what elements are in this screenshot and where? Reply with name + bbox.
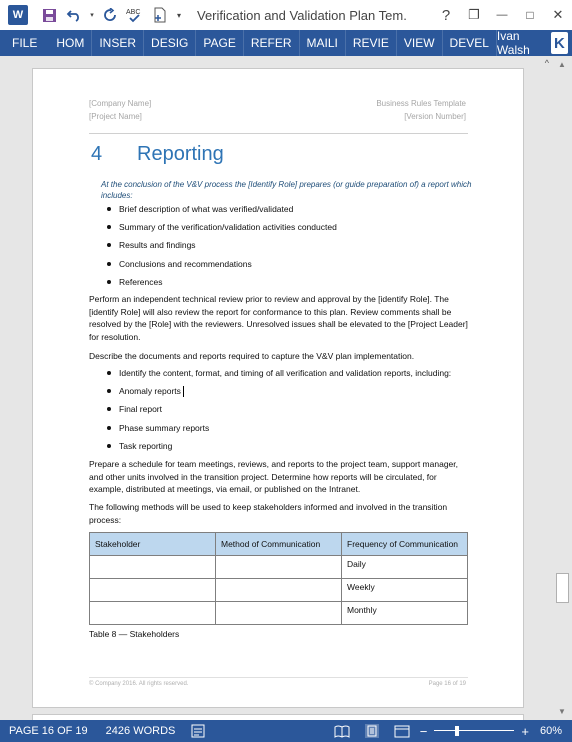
header-company-name: [Company Name]: [89, 99, 152, 108]
list-item: Summary of the verification/validation a…: [105, 221, 337, 239]
zoom-slider-track: [434, 730, 515, 731]
help-button[interactable]: ?: [432, 0, 460, 30]
schedule-paragraph: Prepare a schedule for team meetings, re…: [89, 459, 458, 494]
table-cell[interactable]: Weekly: [341, 578, 468, 602]
tab-developer[interactable]: DEVEL: [443, 30, 497, 56]
zoom-slider[interactable]: [434, 725, 515, 737]
documents-paragraph: Describe the documents and reports requi…: [89, 351, 415, 361]
list-item: Identify the content, format, and timing…: [105, 367, 451, 385]
table-cell[interactable]: Monthly: [341, 601, 468, 625]
scroll-up-arrow-icon[interactable]: ▲: [558, 60, 566, 69]
document-title: Verification and Validation Plan Tem...: [197, 7, 407, 23]
header-project-name: [Project Name]: [89, 112, 142, 121]
tab-review[interactable]: REVIE: [346, 30, 397, 56]
spelling-check-icon[interactable]: ABC: [124, 4, 146, 26]
table-cell[interactable]: [89, 555, 216, 579]
list-item: Anomaly reports: [105, 385, 451, 403]
footer-divider: [89, 677, 468, 678]
list-item: Conclusions and recommendations: [105, 258, 337, 276]
ribbon-display-options-button[interactable]: ❐: [460, 0, 488, 30]
zoom-slider-knob[interactable]: [454, 726, 459, 736]
status-bar: PAGE 16 OF 19 2426 WORDS − + 60%: [0, 720, 572, 742]
table-caption: Table 8 — Stakeholders: [89, 629, 180, 639]
column-header-method[interactable]: Method of Communication: [215, 532, 342, 556]
word-count[interactable]: 2426 WORDS: [97, 725, 185, 737]
tab-page-layout[interactable]: PAGE: [196, 30, 244, 56]
report-contents-list: Brief description of what was verified/v…: [105, 203, 337, 294]
stakeholders-table[interactable]: Stakeholder Method of Communication Freq…: [89, 532, 468, 625]
scrollbar-thumb[interactable]: [556, 573, 569, 603]
list-item: Results and findings: [105, 239, 337, 257]
maximize-button[interactable]: □: [516, 0, 544, 30]
page-counter[interactable]: PAGE 16 OF 19: [0, 725, 97, 737]
ribbon-tab-bar: FILE HOM INSER DESIG PAGE REFER MAILI RE…: [0, 29, 572, 57]
table-cell[interactable]: [215, 578, 342, 602]
tab-references[interactable]: REFER: [244, 30, 300, 56]
table-header-row: Stakeholder Method of Communication Freq…: [89, 532, 468, 556]
proofing-icon[interactable]: [190, 724, 208, 738]
header-divider: [89, 133, 468, 134]
user-name[interactable]: Ivan Walsh: [497, 29, 543, 57]
report-types-list: Identify the content, format, and timing…: [105, 367, 451, 458]
review-paragraph: Perform an independent technical review …: [89, 294, 468, 342]
document-canvas[interactable]: ^ [Company Name] [Project Name] Business…: [0, 56, 553, 720]
footer-page-number: Page 16 of 19: [428, 681, 466, 687]
new-document-icon[interactable]: [149, 4, 171, 26]
document-page[interactable]: [Company Name] [Project Name] Business R…: [32, 68, 524, 708]
tab-design[interactable]: DESIG: [144, 30, 197, 56]
text-cursor: [183, 386, 184, 397]
undo-dropdown-icon[interactable]: ▾: [88, 4, 96, 26]
heading-title: Reporting: [137, 143, 224, 165]
expand-ribbon-icon[interactable]: ^: [545, 58, 549, 720]
list-item: Task reporting: [105, 440, 451, 458]
tab-home[interactable]: HOM: [49, 30, 93, 56]
redo-icon[interactable]: [99, 4, 121, 26]
read-mode-icon[interactable]: [333, 724, 351, 738]
undo-icon[interactable]: [63, 4, 85, 26]
column-header-frequency[interactable]: Frequency of Communication: [341, 532, 468, 556]
column-header-stakeholder[interactable]: Stakeholder: [89, 532, 216, 556]
header-version-number: [Version Number]: [404, 112, 466, 121]
user-account[interactable]: Ivan Walsh K: [497, 29, 572, 57]
customize-toolbar-icon[interactable]: ▾: [174, 4, 184, 26]
list-item: References: [105, 276, 337, 294]
print-layout-icon[interactable]: [363, 724, 381, 738]
title-bar: W ▾ ABC ▾ Verification and Validation Pl…: [0, 0, 572, 30]
tab-file[interactable]: FILE: [0, 30, 50, 56]
scroll-down-arrow-icon[interactable]: ▼: [558, 707, 566, 716]
minimize-button[interactable]: —: [488, 0, 516, 30]
instruction-text: At the conclusion of the V&V process the…: [101, 180, 472, 200]
vertical-scrollbar[interactable]: ▲ ▼: [553, 56, 572, 720]
table-cell[interactable]: [89, 601, 216, 625]
header-template-name: Business Rules Template: [376, 99, 466, 108]
footer-copyright: © Company 2016. All rights reserved.: [89, 681, 189, 687]
table-row: Monthly: [89, 601, 468, 625]
zoom-in-button[interactable]: +: [518, 724, 532, 739]
word-app-icon[interactable]: W: [8, 5, 28, 25]
section-heading: 4 Reporting: [91, 143, 224, 166]
table-cell[interactable]: [215, 555, 342, 579]
quick-access-toolbar: W ▾ ABC ▾: [0, 0, 187, 30]
list-item: Final report: [105, 403, 451, 421]
zoom-level[interactable]: 60%: [532, 725, 572, 737]
zoom-out-button[interactable]: −: [417, 724, 431, 739]
web-layout-icon[interactable]: [393, 724, 411, 738]
save-icon[interactable]: [38, 4, 60, 26]
tab-view[interactable]: VIEW: [397, 30, 443, 56]
tab-insert[interactable]: INSER: [92, 30, 145, 56]
tab-mailings[interactable]: MAILI: [300, 30, 346, 56]
methods-paragraph: The following methods will be used to ke…: [89, 502, 448, 525]
table-cell[interactable]: [89, 578, 216, 602]
table-row: Weekly: [89, 578, 468, 602]
table-cell[interactable]: Daily: [341, 555, 468, 579]
close-button[interactable]: ✕: [544, 0, 572, 30]
table-cell[interactable]: [215, 601, 342, 625]
heading-number: 4: [91, 143, 103, 165]
avatar[interactable]: K: [550, 32, 568, 54]
list-item: Phase summary reports: [105, 422, 451, 440]
table-row: Daily: [89, 555, 468, 579]
list-item: Brief description of what was verified/v…: [105, 203, 337, 221]
